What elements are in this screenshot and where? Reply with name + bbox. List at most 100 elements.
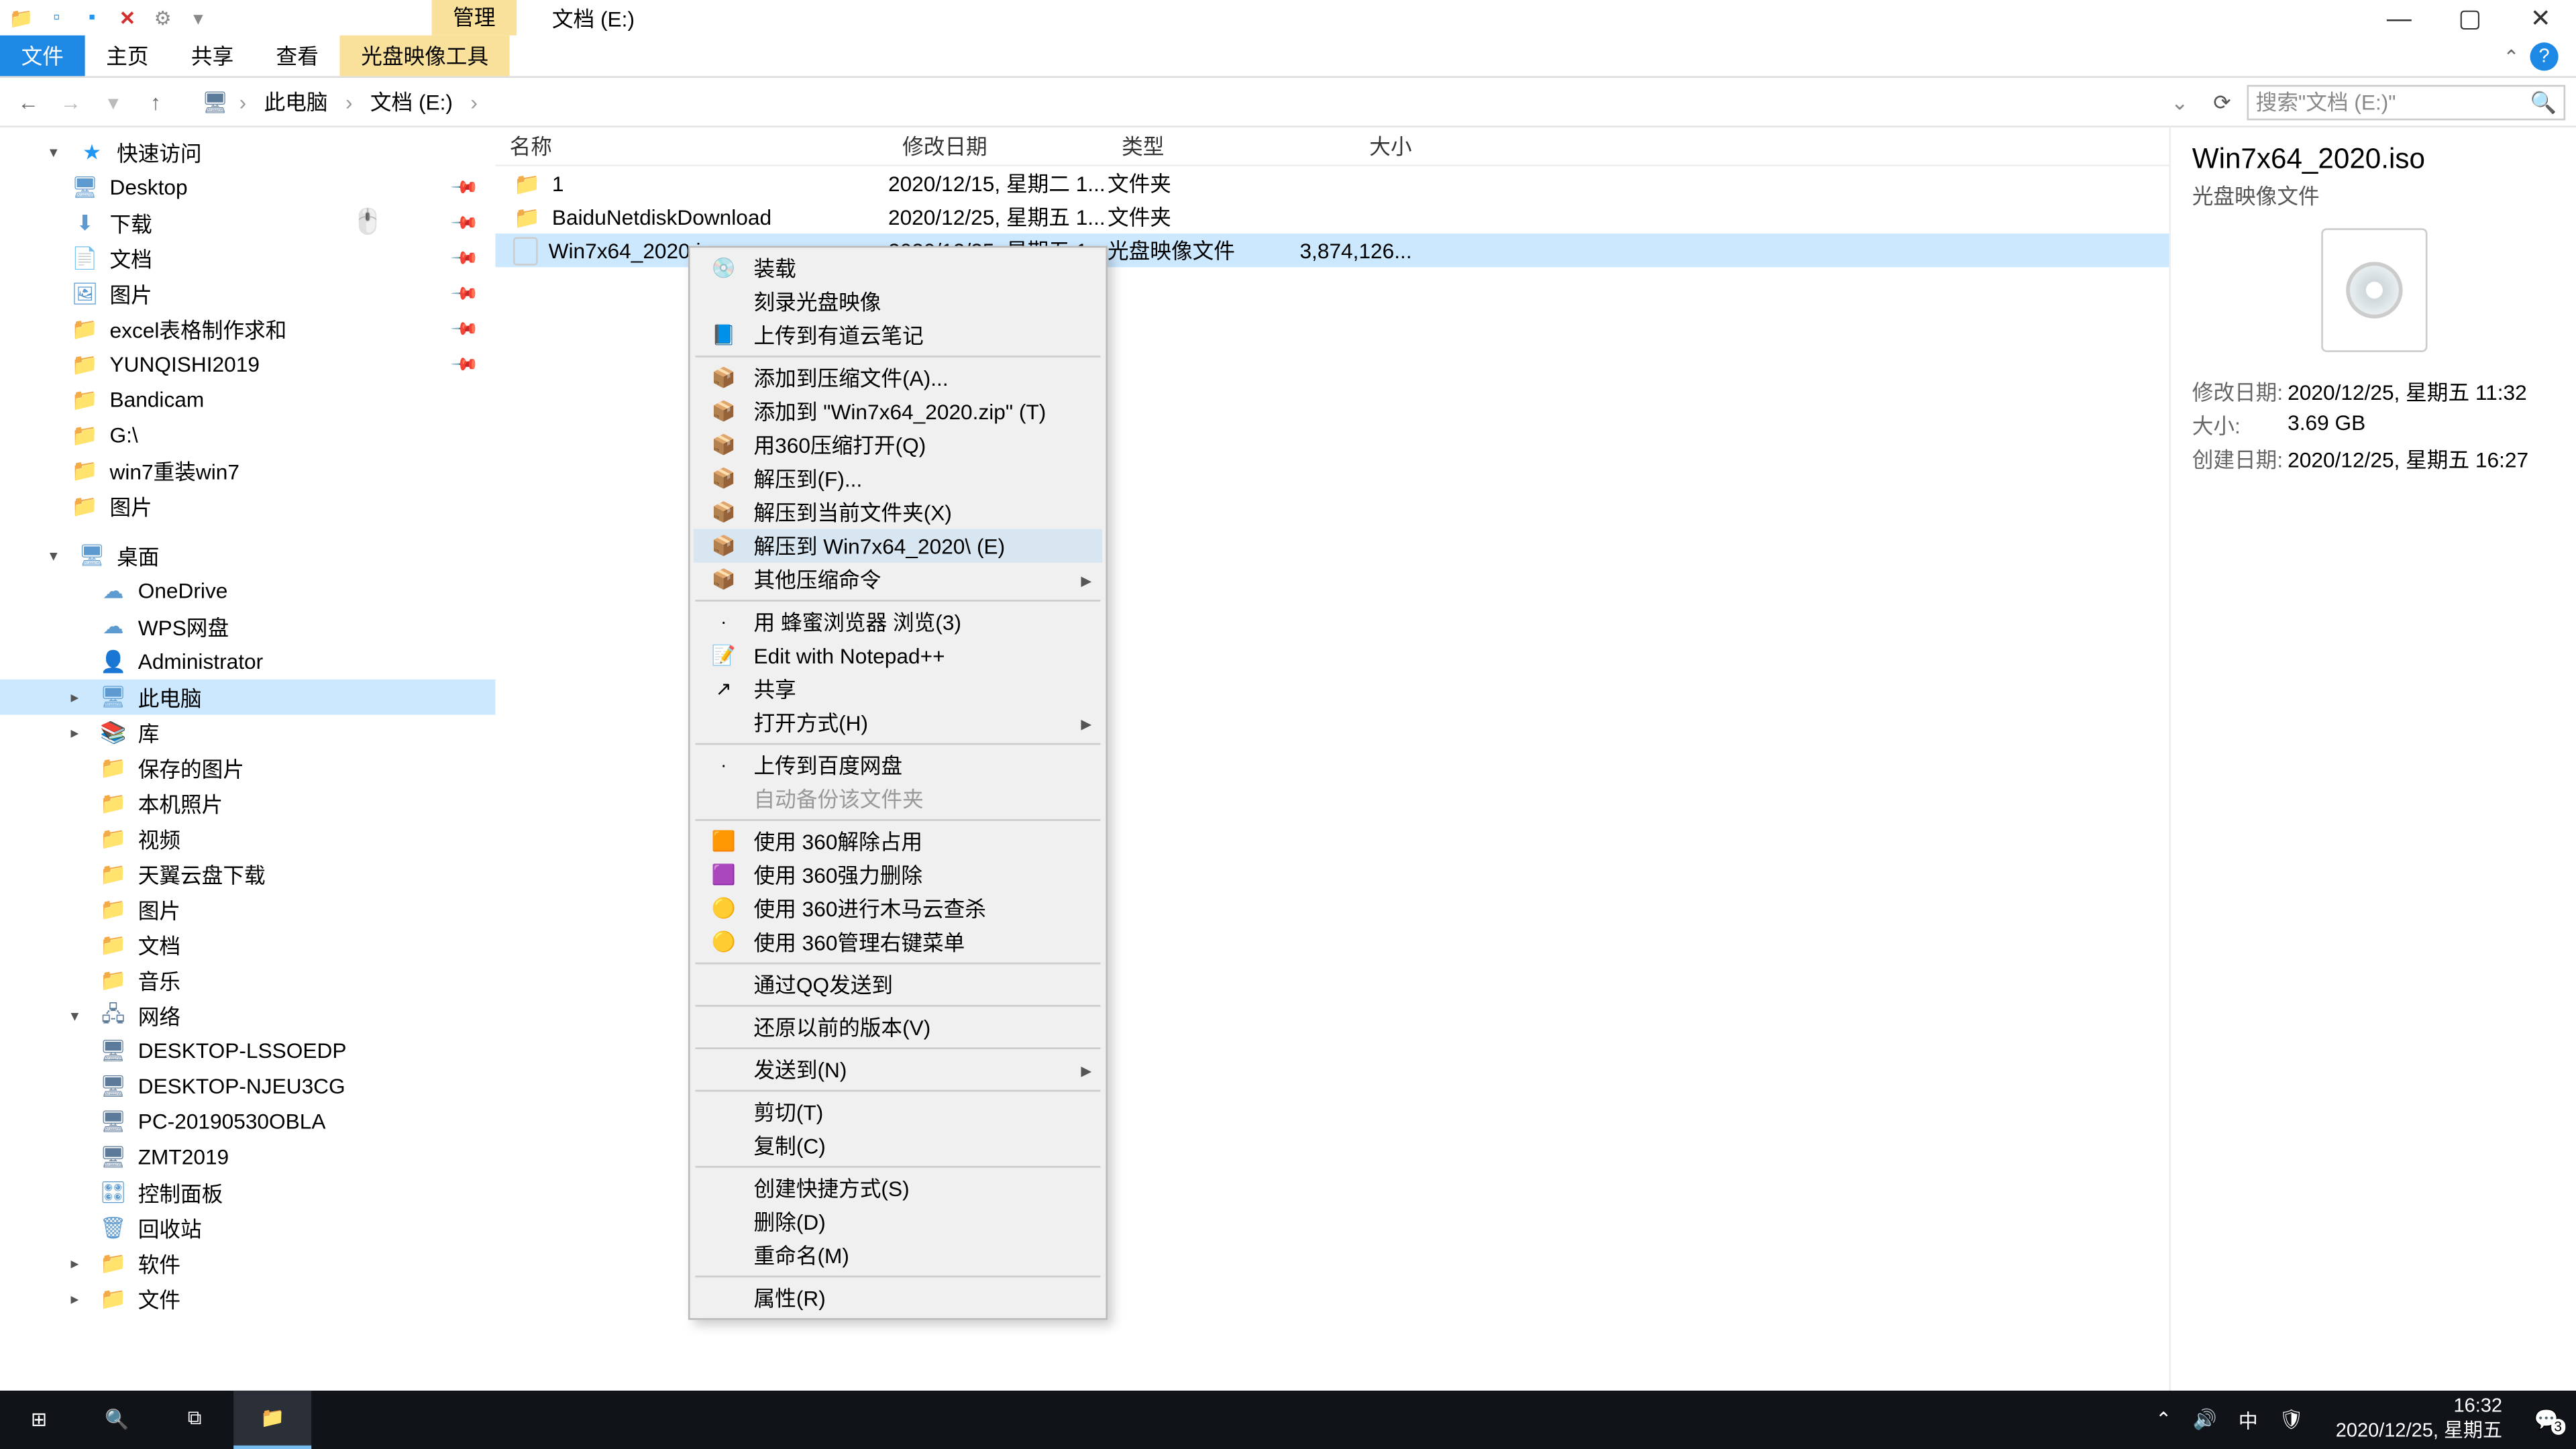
- nav-item[interactable]: 📁文档: [0, 927, 495, 963]
- nav-item[interactable]: ▸📚库: [0, 715, 495, 751]
- tab-home[interactable]: 主页: [85, 36, 170, 76]
- more-icon[interactable]: ⚙: [149, 3, 177, 32]
- nav-desktop-root[interactable]: ▾🖥桌面: [0, 538, 495, 574]
- refresh-icon[interactable]: ⟳: [2204, 89, 2240, 114]
- menu-item[interactable]: 属性(R): [694, 1281, 1102, 1314]
- menu-item[interactable]: 📦其他压缩命令▸: [694, 563, 1102, 596]
- menu-item[interactable]: 复制(C): [694, 1129, 1102, 1163]
- nav-item[interactable]: 🖥PC-20190530OBLA: [0, 1104, 495, 1140]
- menu-item[interactable]: 📦用360压缩打开(Q): [694, 428, 1102, 462]
- minimize-button[interactable]: —: [2364, 0, 2434, 36]
- ribbon-collapse-icon[interactable]: ⌃: [2503, 45, 2519, 68]
- menu-item[interactable]: 🟧使用 360解除占用: [694, 824, 1102, 858]
- nav-network[interactable]: ▾🖧网络: [0, 998, 495, 1033]
- help-icon[interactable]: ?: [2530, 42, 2558, 70]
- security-icon[interactable]: 🛡: [2279, 1408, 2304, 1431]
- nav-item[interactable]: 🖥DESKTOP-NJEU3CG: [0, 1069, 495, 1104]
- menu-item[interactable]: ·上传到百度网盘: [694, 749, 1102, 782]
- menu-item[interactable]: 📦添加到 "Win7x64_2020.zip" (T): [694, 394, 1102, 428]
- nav-item[interactable]: ⬇下载📌: [0, 205, 495, 241]
- menu-item[interactable]: ·用 蜂蜜浏览器 浏览(3): [694, 605, 1102, 639]
- delete-icon[interactable]: ✕: [113, 3, 142, 32]
- task-view-button[interactable]: ⧉: [156, 1391, 233, 1449]
- menu-item[interactable]: 删除(D): [694, 1205, 1102, 1238]
- menu-item[interactable]: ↗共享: [694, 672, 1102, 706]
- notification-icon[interactable]: 💬3: [2534, 1408, 2559, 1431]
- menu-item[interactable]: 📦解压到当前文件夹(X): [694, 495, 1102, 529]
- col-date[interactable]: 修改日期: [888, 131, 1108, 161]
- nav-item[interactable]: ☁WPS网盘: [0, 608, 495, 644]
- nav-item[interactable]: 🖼图片📌: [0, 276, 495, 311]
- col-type[interactable]: 类型: [1108, 131, 1285, 161]
- nav-item[interactable]: 🎛控制面板: [0, 1175, 495, 1210]
- tab-share[interactable]: 共享: [170, 36, 255, 76]
- nav-item[interactable]: 📁天翼云盘下载: [0, 857, 495, 892]
- menu-item[interactable]: 📦添加到压缩文件(A)...: [694, 361, 1102, 394]
- start-button[interactable]: ⊞: [0, 1391, 78, 1449]
- nav-forward-icon[interactable]: →: [53, 89, 89, 114]
- menu-item[interactable]: 🟪使用 360强力删除: [694, 858, 1102, 892]
- menu-item[interactable]: 📝Edit with Notepad++: [694, 639, 1102, 672]
- save-icon[interactable]: ▫: [42, 3, 70, 32]
- chevron-right-icon[interactable]: ›: [467, 89, 481, 114]
- file-row[interactable]: 📁12020/12/15, 星期二 1...文件夹: [495, 166, 2169, 200]
- search-button[interactable]: 🔍: [78, 1391, 156, 1449]
- menu-item[interactable]: 发送到(N)▸: [694, 1053, 1102, 1086]
- nav-item[interactable]: 📁本机照片: [0, 786, 495, 821]
- breadcrumb-root[interactable]: 此电脑: [257, 87, 335, 117]
- nav-item[interactable]: 📁win7重装win7: [0, 453, 495, 488]
- maximize-button[interactable]: ▢: [2434, 0, 2505, 36]
- menu-item[interactable]: 还原以前的版本(V): [694, 1010, 1102, 1044]
- menu-item[interactable]: 💿装载: [694, 252, 1102, 285]
- nav-item[interactable]: 📁图片: [0, 488, 495, 524]
- tab-view[interactable]: 查看: [255, 36, 340, 76]
- clock[interactable]: 16:32 2020/12/25, 星期五: [2325, 1397, 2513, 1444]
- nav-back-icon[interactable]: ←: [11, 89, 46, 114]
- nav-item[interactable]: 🖥ZMT2019: [0, 1139, 495, 1175]
- col-name[interactable]: 名称: [495, 131, 888, 161]
- nav-item[interactable]: 🖥DESKTOP-LSSOEDP: [0, 1033, 495, 1069]
- nav-item[interactable]: 📁音乐: [0, 963, 495, 998]
- tab-disc-image-tools[interactable]: 光盘映像工具: [340, 36, 510, 76]
- nav-item[interactable]: ▸📁文件: [0, 1281, 495, 1316]
- breadcrumb-current[interactable]: 文档 (E:): [363, 87, 460, 117]
- nav-item[interactable]: ☁OneDrive: [0, 574, 495, 609]
- menu-item[interactable]: 🟡使用 360管理右键菜单: [694, 925, 1102, 959]
- menu-item[interactable]: 重命名(M): [694, 1238, 1102, 1272]
- ime-indicator[interactable]: 中: [2239, 1405, 2258, 1434]
- search-input[interactable]: 搜索"文档 (E:)" 🔍: [2247, 84, 2565, 119]
- nav-item[interactable]: 📁G:\: [0, 417, 495, 453]
- nav-quick-access[interactable]: ▾★快速访问: [0, 134, 495, 170]
- chevron-right-icon[interactable]: ›: [342, 89, 356, 114]
- nav-item[interactable]: 📁Bandicam: [0, 382, 495, 418]
- menu-item[interactable]: 打开方式(H)▸: [694, 706, 1102, 739]
- tray-overflow-icon[interactable]: ⌃: [2155, 1408, 2171, 1431]
- nav-item[interactable]: 📄文档📌: [0, 241, 495, 276]
- address-dropdown-icon[interactable]: ⌄: [2162, 89, 2198, 114]
- nav-recent-icon[interactable]: ▾: [95, 89, 131, 114]
- nav-item[interactable]: ▸🖥此电脑: [0, 680, 495, 715]
- menu-item[interactable]: 📦解压到 Win7x64_2020\ (E): [694, 529, 1102, 563]
- nav-item[interactable]: 📁视频: [0, 821, 495, 857]
- menu-item[interactable]: 剪切(T): [694, 1095, 1102, 1129]
- close-button[interactable]: ✕: [2506, 0, 2576, 36]
- search-icon[interactable]: 🔍: [2530, 89, 2557, 114]
- nav-item[interactable]: 📁YUNQISHI2019📌: [0, 347, 495, 382]
- col-size[interactable]: 大小: [1285, 131, 1426, 161]
- menu-item[interactable]: 创建快捷方式(S): [694, 1171, 1102, 1205]
- menu-item[interactable]: 📘上传到有道云笔记: [694, 319, 1102, 352]
- dropdown-icon[interactable]: ▾: [184, 3, 212, 32]
- explorer-taskbar-icon[interactable]: 📁: [233, 1391, 311, 1449]
- tab-file[interactable]: 文件: [0, 36, 85, 76]
- nav-item[interactable]: 📁excel表格制作求和📌: [0, 311, 495, 347]
- volume-icon[interactable]: 🔊: [2193, 1408, 2217, 1431]
- nav-item[interactable]: ▸📁软件: [0, 1246, 495, 1281]
- nav-item[interactable]: 🗑回收站: [0, 1210, 495, 1246]
- nav-item[interactable]: 👤Administrator: [0, 644, 495, 680]
- nav-up-icon[interactable]: ↑: [138, 89, 174, 114]
- chevron-right-icon[interactable]: ›: [235, 89, 250, 114]
- menu-item[interactable]: 刻录光盘映像: [694, 285, 1102, 319]
- nav-item[interactable]: 🖥Desktop📌: [0, 170, 495, 205]
- menu-item[interactable]: 通过QQ发送到: [694, 968, 1102, 1002]
- nav-item[interactable]: 📁图片: [0, 892, 495, 927]
